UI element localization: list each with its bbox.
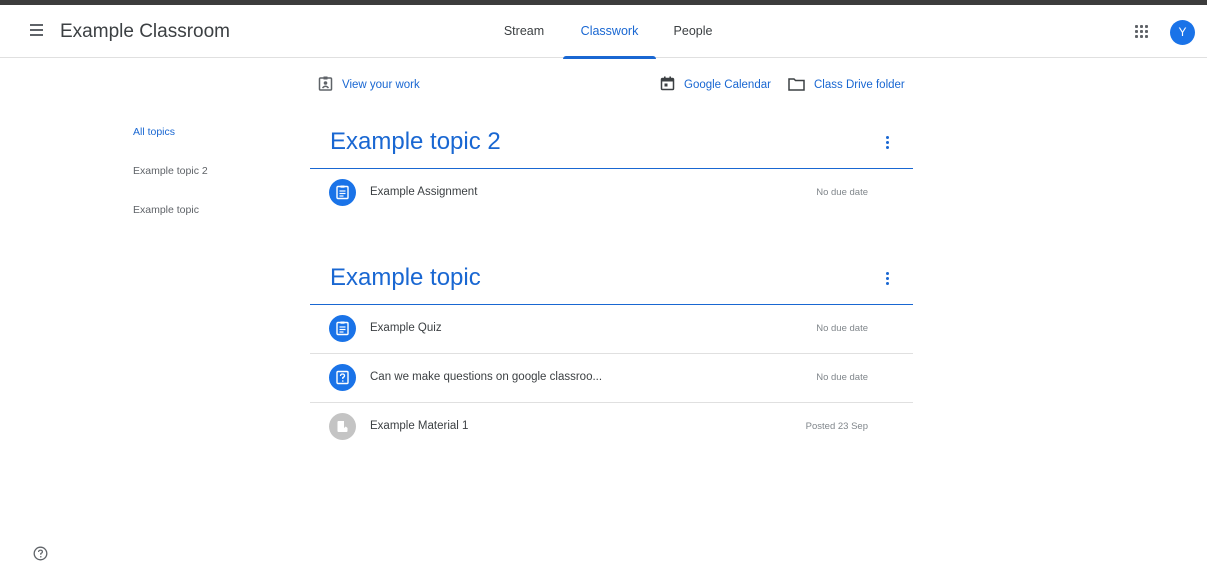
calendar-icon	[660, 76, 675, 94]
google-calendar-label: Google Calendar	[684, 79, 771, 91]
item-due-date: No due date	[816, 372, 868, 383]
classwork-item[interactable]: Can we make questions on google classroo…	[310, 354, 913, 403]
item-title: Example Assignment	[370, 186, 478, 198]
account-avatar[interactable]: Y	[1170, 20, 1195, 45]
topic-header: Example topic	[310, 262, 913, 305]
topic-section: Example topic Example Quiz No due date C…	[310, 262, 913, 452]
sidebar-item-example-topic-2[interactable]: Example topic 2	[133, 165, 208, 204]
class-drive-folder-link[interactable]: Class Drive folder	[788, 76, 905, 94]
tab-bar: Stream Classwork People	[0, 5, 1207, 59]
tab-stream[interactable]: Stream	[484, 5, 564, 58]
google-calendar-link[interactable]: Google Calendar	[660, 76, 771, 94]
topic-title[interactable]: Example topic	[330, 264, 481, 292]
more-options-icon[interactable]	[883, 270, 891, 288]
google-apps-icon[interactable]	[1135, 25, 1149, 39]
classwork-item[interactable]: Example Quiz No due date	[310, 305, 913, 354]
tab-people[interactable]: People	[658, 5, 728, 58]
sidebar-item-all-topics[interactable]: All topics	[133, 126, 208, 165]
classwork-item[interactable]: Example Assignment No due date	[310, 169, 913, 218]
class-drive-folder-label: Class Drive folder	[814, 79, 905, 91]
tab-classwork[interactable]: Classwork	[563, 5, 656, 59]
assignment-icon	[329, 179, 356, 206]
classwork-item[interactable]: Example Material 1 Posted 23 Sep	[310, 403, 913, 452]
topic-title[interactable]: Example topic 2	[330, 128, 501, 156]
view-your-work-link[interactable]: View your work	[318, 76, 420, 94]
item-due-date: No due date	[816, 323, 868, 334]
assignment-icon	[329, 315, 356, 342]
item-posted-date: Posted 23 Sep	[805, 421, 868, 432]
topic-section: Example topic 2 Example Assignment No du…	[310, 126, 913, 218]
help-icon[interactable]	[33, 546, 48, 561]
item-title: Can we make questions on google classroo…	[370, 371, 603, 383]
item-due-date: No due date	[816, 187, 868, 198]
topic-sidebar: All topics Example topic 2 Example topic	[133, 126, 208, 243]
item-title: Example Material 1	[370, 420, 469, 432]
view-your-work-label: View your work	[342, 79, 420, 91]
folder-icon	[788, 77, 805, 94]
topic-header: Example topic 2	[310, 126, 913, 169]
material-icon	[329, 413, 356, 440]
assignment-ind-icon	[318, 76, 333, 94]
more-options-icon[interactable]	[883, 134, 891, 152]
item-title: Example Quiz	[370, 322, 442, 334]
app-header: Example Classroom Stream Classwork Peopl…	[0, 5, 1207, 59]
question-icon	[329, 364, 356, 391]
sidebar-item-example-topic[interactable]: Example topic	[133, 204, 208, 243]
